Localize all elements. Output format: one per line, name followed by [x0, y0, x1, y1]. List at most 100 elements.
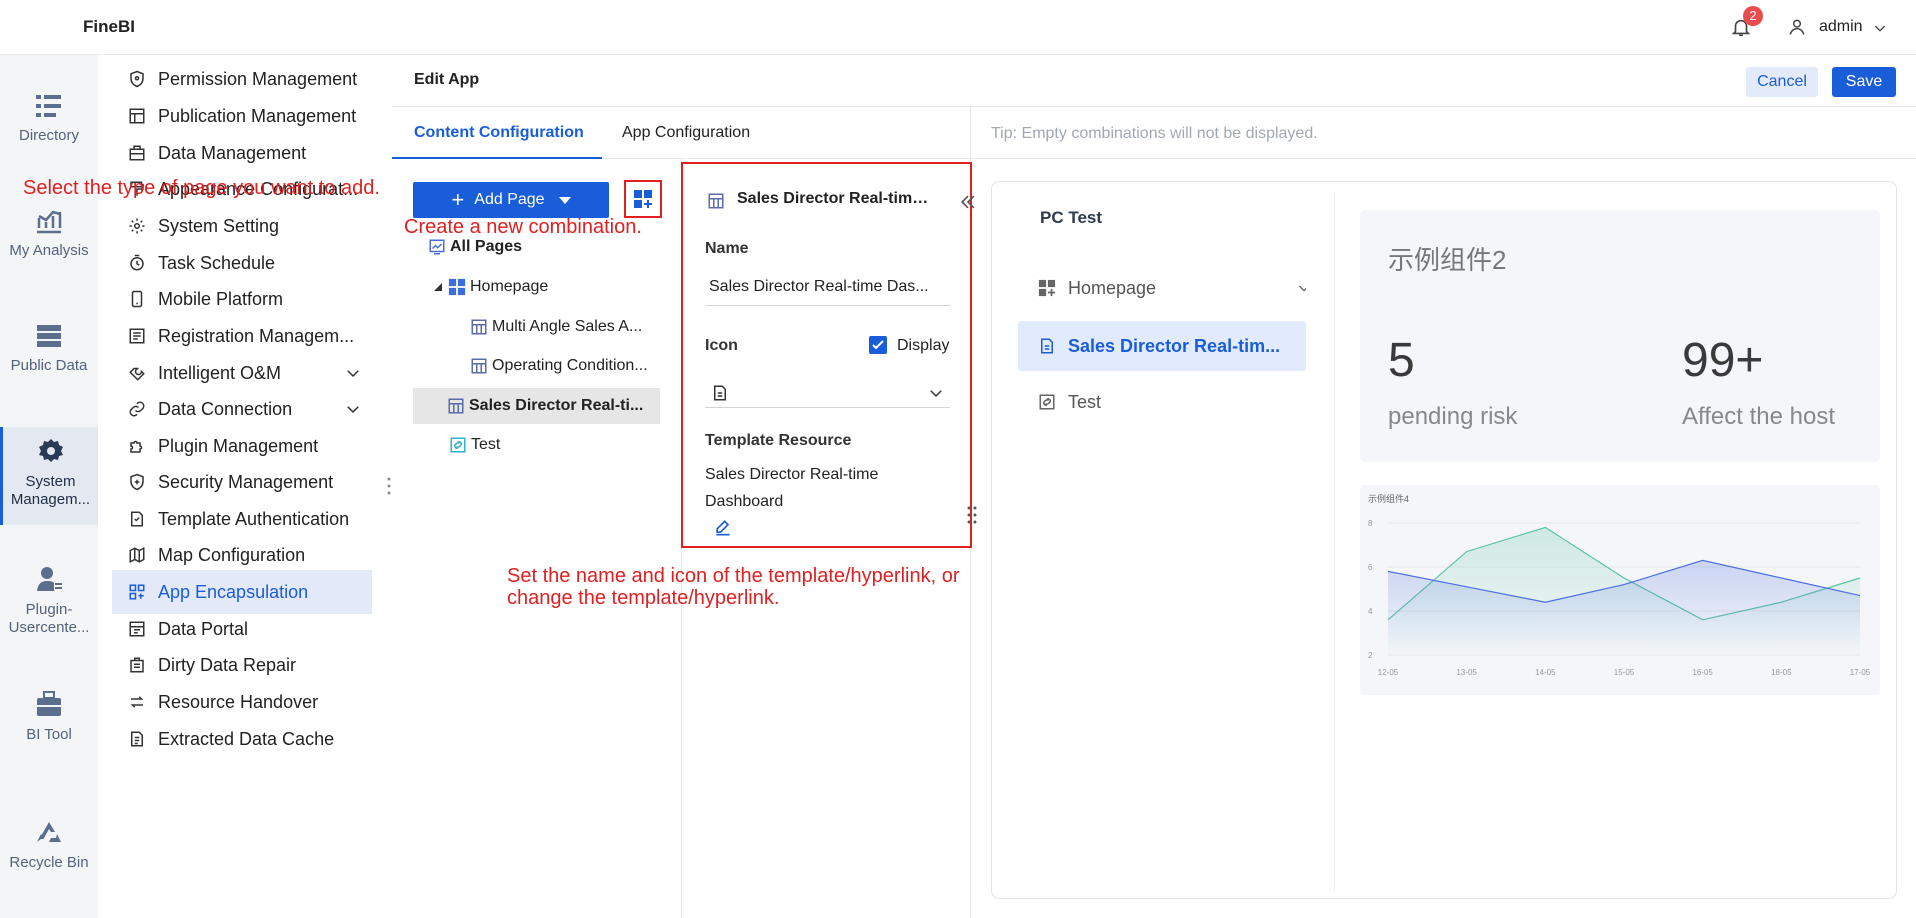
user-name[interactable]: admin: [1819, 18, 1863, 36]
apps-icon: [129, 584, 145, 600]
name-input[interactable]: Sales Director Real-time Das...: [705, 272, 950, 306]
add-combination-icon: [634, 190, 652, 208]
add-page-button[interactable]: + Add Page: [413, 182, 609, 218]
tree-item-all-pages[interactable]: All Pages: [428, 238, 522, 256]
tab-app-configuration[interactable]: App Configuration: [622, 124, 750, 142]
repair-icon: [130, 657, 144, 673]
config-tabs: Content Configuration App Configuration: [392, 107, 970, 159]
top-bar: FineBI 2 admin: [0, 0, 1916, 55]
security-shield-icon: [130, 473, 144, 491]
handover-icon: [130, 696, 144, 708]
dashboard-icon: [471, 358, 487, 374]
tree-item-test[interactable]: Test: [449, 436, 500, 454]
directory-icon: [36, 95, 61, 117]
hyperlink-icon: [450, 437, 466, 453]
x-tick-label: 12-05: [1378, 668, 1399, 677]
preview-item-test[interactable]: Test: [1018, 377, 1306, 427]
x-tick-label: 15-05: [1614, 668, 1635, 677]
dashboard-icon: [708, 193, 724, 209]
rail-item-bi-tool[interactable]: BI Tool: [0, 690, 98, 744]
tree-item-multi-angle-sales[interactable]: Multi Angle Sales A...: [470, 318, 642, 336]
kpi-value-affect-host: 99+: [1682, 334, 1764, 387]
save-button[interactable]: Save: [1832, 67, 1896, 97]
user-plugin-icon: [37, 567, 62, 591]
publication-icon: [129, 108, 145, 124]
x-tick-label: 14-05: [1535, 668, 1556, 677]
dashboard-icon: [471, 319, 487, 335]
user-icon[interactable]: [1787, 17, 1807, 37]
chevron-down-icon[interactable]: [1872, 20, 1888, 36]
name-label: Name: [705, 240, 749, 257]
chart-card: 示例组件4 8 6 4 2 12-05 13-05 14-05 15-05 16-05 18-05 1…: [1360, 485, 1880, 695]
rail-item-directory[interactable]: Directory: [0, 93, 98, 145]
rail-item-plugin-usercenter[interactable]: Plugin-Usercente...: [0, 565, 98, 637]
cancel-button[interactable]: Cancel: [1746, 67, 1818, 97]
link-icon: [129, 401, 145, 417]
annotation-page-type: Select the type of page you want to add.: [23, 177, 380, 199]
chevron-down-icon[interactable]: [1296, 280, 1306, 296]
tree-item-operating-condition[interactable]: Operating Condition...: [470, 357, 648, 375]
collapse-caret-icon[interactable]: [434, 283, 442, 291]
new-combination-button[interactable]: [624, 180, 662, 218]
combination-icon: [448, 278, 466, 296]
tree-item-homepage[interactable]: Homepage: [434, 278, 548, 296]
display-label: Display: [897, 337, 950, 354]
preview-item-sales-director[interactable]: Sales Director Real-tim...: [1018, 321, 1306, 371]
icon-select[interactable]: [705, 372, 950, 408]
x-tick-label: 13-05: [1456, 668, 1477, 677]
tip-divider: [970, 158, 1916, 159]
y-tick-label: 2: [1368, 651, 1373, 660]
shield-icon: [130, 70, 144, 88]
kpi-caption-affect-host: Affect the host: [1682, 403, 1835, 430]
portal-icon: [129, 621, 145, 637]
edit-icon[interactable]: [713, 518, 733, 538]
y-tick-label: 4: [1368, 607, 1373, 616]
document-icon: [1041, 338, 1053, 354]
edit-app-header: Edit App Cancel Save: [392, 55, 1916, 107]
collapse-left-icon[interactable]: [958, 192, 978, 212]
rail-item-system-management[interactable]: System Managem...: [0, 427, 98, 525]
settings-icon: [129, 218, 145, 234]
preview-divider: [1334, 192, 1335, 892]
cache-icon: [131, 731, 143, 747]
rail-item-my-analysis[interactable]: My Analysis: [0, 208, 98, 260]
registration-icon: [129, 328, 145, 344]
x-tick-label: 18-05: [1771, 668, 1792, 677]
config-title: Sales Director Real-time ...: [737, 190, 937, 207]
menu-item-extracted-data-cache[interactable]: Extracted Data Cache: [112, 717, 372, 761]
drag-handle-icon[interactable]: [966, 505, 978, 525]
page-config-panel: Sales Director Real-time ... Name Sales …: [681, 162, 972, 548]
timer-icon: [130, 254, 144, 271]
rail-item-public-data[interactable]: Public Data: [0, 323, 98, 375]
dashboard-icon: [448, 398, 464, 414]
app-logo: FineBI: [83, 17, 135, 36]
template-icon: [131, 511, 143, 527]
pages-icon: [429, 239, 445, 255]
app-preview: PC Test Homepage Sales Director Real-tim…: [991, 181, 1897, 899]
chevron-down-icon[interactable]: [344, 364, 362, 382]
tree-item-sales-director[interactable]: Sales Director Real-ti...: [413, 388, 660, 424]
plus-icon: +: [451, 187, 465, 212]
annotation-config: Set the name and icon of the template/hy…: [507, 565, 960, 609]
resize-handle-icon[interactable]: [386, 476, 392, 496]
chevron-down-icon[interactable]: [344, 400, 362, 418]
area-chart: 示例组件4 8 6 4 2 12-05 13-05 14-05 15-05 16-05 18-05 1…: [1368, 493, 1871, 677]
wrench-icon: [129, 367, 145, 381]
icon-label: Icon: [705, 337, 738, 354]
chevron-down-icon[interactable]: [927, 384, 945, 402]
document-icon: [714, 385, 726, 401]
kpi-title: 示例组件2: [1388, 245, 1507, 275]
rail-item-recycle-bin[interactable]: Recycle Bin: [0, 820, 98, 872]
notification-badge: 2: [1743, 6, 1763, 26]
analysis-icon: [37, 210, 62, 234]
tab-content-configuration[interactable]: Content Configuration: [414, 124, 584, 142]
hyperlink-icon: [1039, 394, 1055, 410]
mobile-icon: [131, 290, 143, 308]
puzzle-icon: [130, 440, 143, 453]
annotation-combination: Create a new combination.: [404, 216, 642, 238]
preview-item-homepage[interactable]: Homepage: [1018, 263, 1306, 313]
x-tick-label: 16-05: [1692, 668, 1713, 677]
display-checkbox[interactable]: [869, 336, 887, 354]
y-tick-label: 8: [1368, 519, 1373, 528]
preview-title: PC Test: [1040, 208, 1103, 227]
